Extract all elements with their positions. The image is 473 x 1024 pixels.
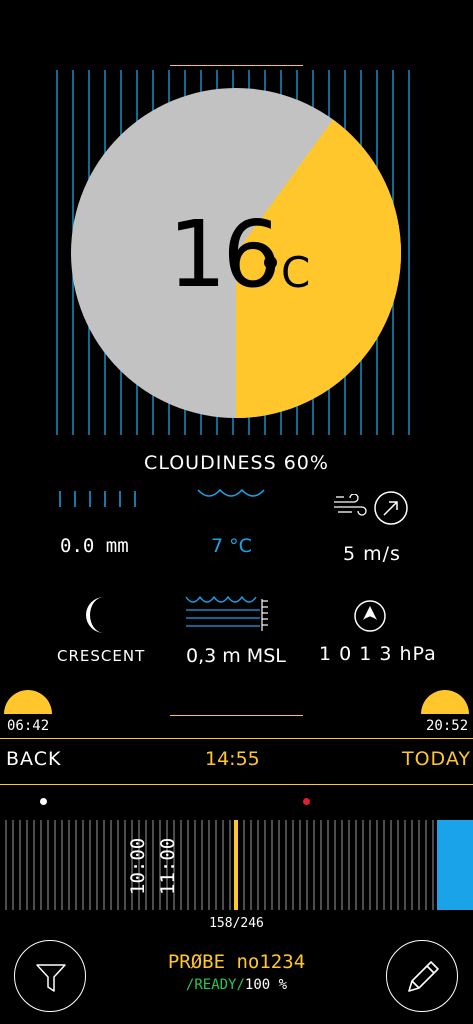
pressure-value: 1 0 1 3 hPa bbox=[319, 643, 437, 665]
edit-button[interactable] bbox=[386, 940, 458, 1012]
sunrise-time: 06:42 bbox=[7, 718, 50, 734]
timeline-marker-red bbox=[303, 798, 310, 805]
probe-battery: 100 % bbox=[244, 977, 288, 993]
moon-phase-label: CRESCENT bbox=[57, 647, 146, 665]
wind-value: 5 m/s bbox=[343, 543, 401, 565]
pencil-icon bbox=[408, 961, 439, 992]
arrow-north-east-icon bbox=[374, 491, 408, 525]
wind-icon bbox=[334, 494, 367, 516]
crescent-moon-icon bbox=[86, 597, 104, 633]
sunset-time: 20:52 bbox=[426, 718, 469, 734]
sunset-icon bbox=[421, 690, 469, 714]
tide-gauge-icon bbox=[185, 595, 268, 631]
pressure-gauge-icon bbox=[354, 600, 386, 632]
nav-top-border bbox=[0, 738, 473, 739]
sunrise-icon bbox=[4, 690, 52, 714]
rain-lines-icon bbox=[59, 491, 136, 507]
sun-divider bbox=[170, 715, 303, 716]
timeline-counter: 158/246 bbox=[209, 916, 264, 931]
temperature-unit: °C bbox=[260, 248, 311, 297]
water-temp-value: 7 °C bbox=[211, 535, 252, 557]
timeline-cursor[interactable] bbox=[234, 820, 238, 910]
timeline-label-10: 10:00 bbox=[127, 837, 149, 895]
timeline-scrubber[interactable] bbox=[0, 818, 473, 912]
precipitation-value: 0.0 mm bbox=[60, 535, 129, 557]
timeline-end-block bbox=[437, 820, 473, 910]
sea-level-value: 0,3 m MSL bbox=[186, 645, 286, 667]
probe-status: /READY/ bbox=[185, 977, 245, 993]
today-button[interactable]: TODAY bbox=[402, 748, 471, 770]
cloudiness-label: CLOUDINESS 60% bbox=[144, 452, 329, 474]
top-divider bbox=[170, 65, 303, 66]
timeline-marker-white bbox=[40, 798, 47, 805]
back-button[interactable]: BACK bbox=[6, 748, 61, 770]
current-time: 14:55 bbox=[205, 748, 260, 770]
waves-icon bbox=[197, 488, 265, 497]
nav-bottom-border bbox=[0, 784, 473, 785]
timeline-label-11: 11:00 bbox=[157, 837, 179, 895]
